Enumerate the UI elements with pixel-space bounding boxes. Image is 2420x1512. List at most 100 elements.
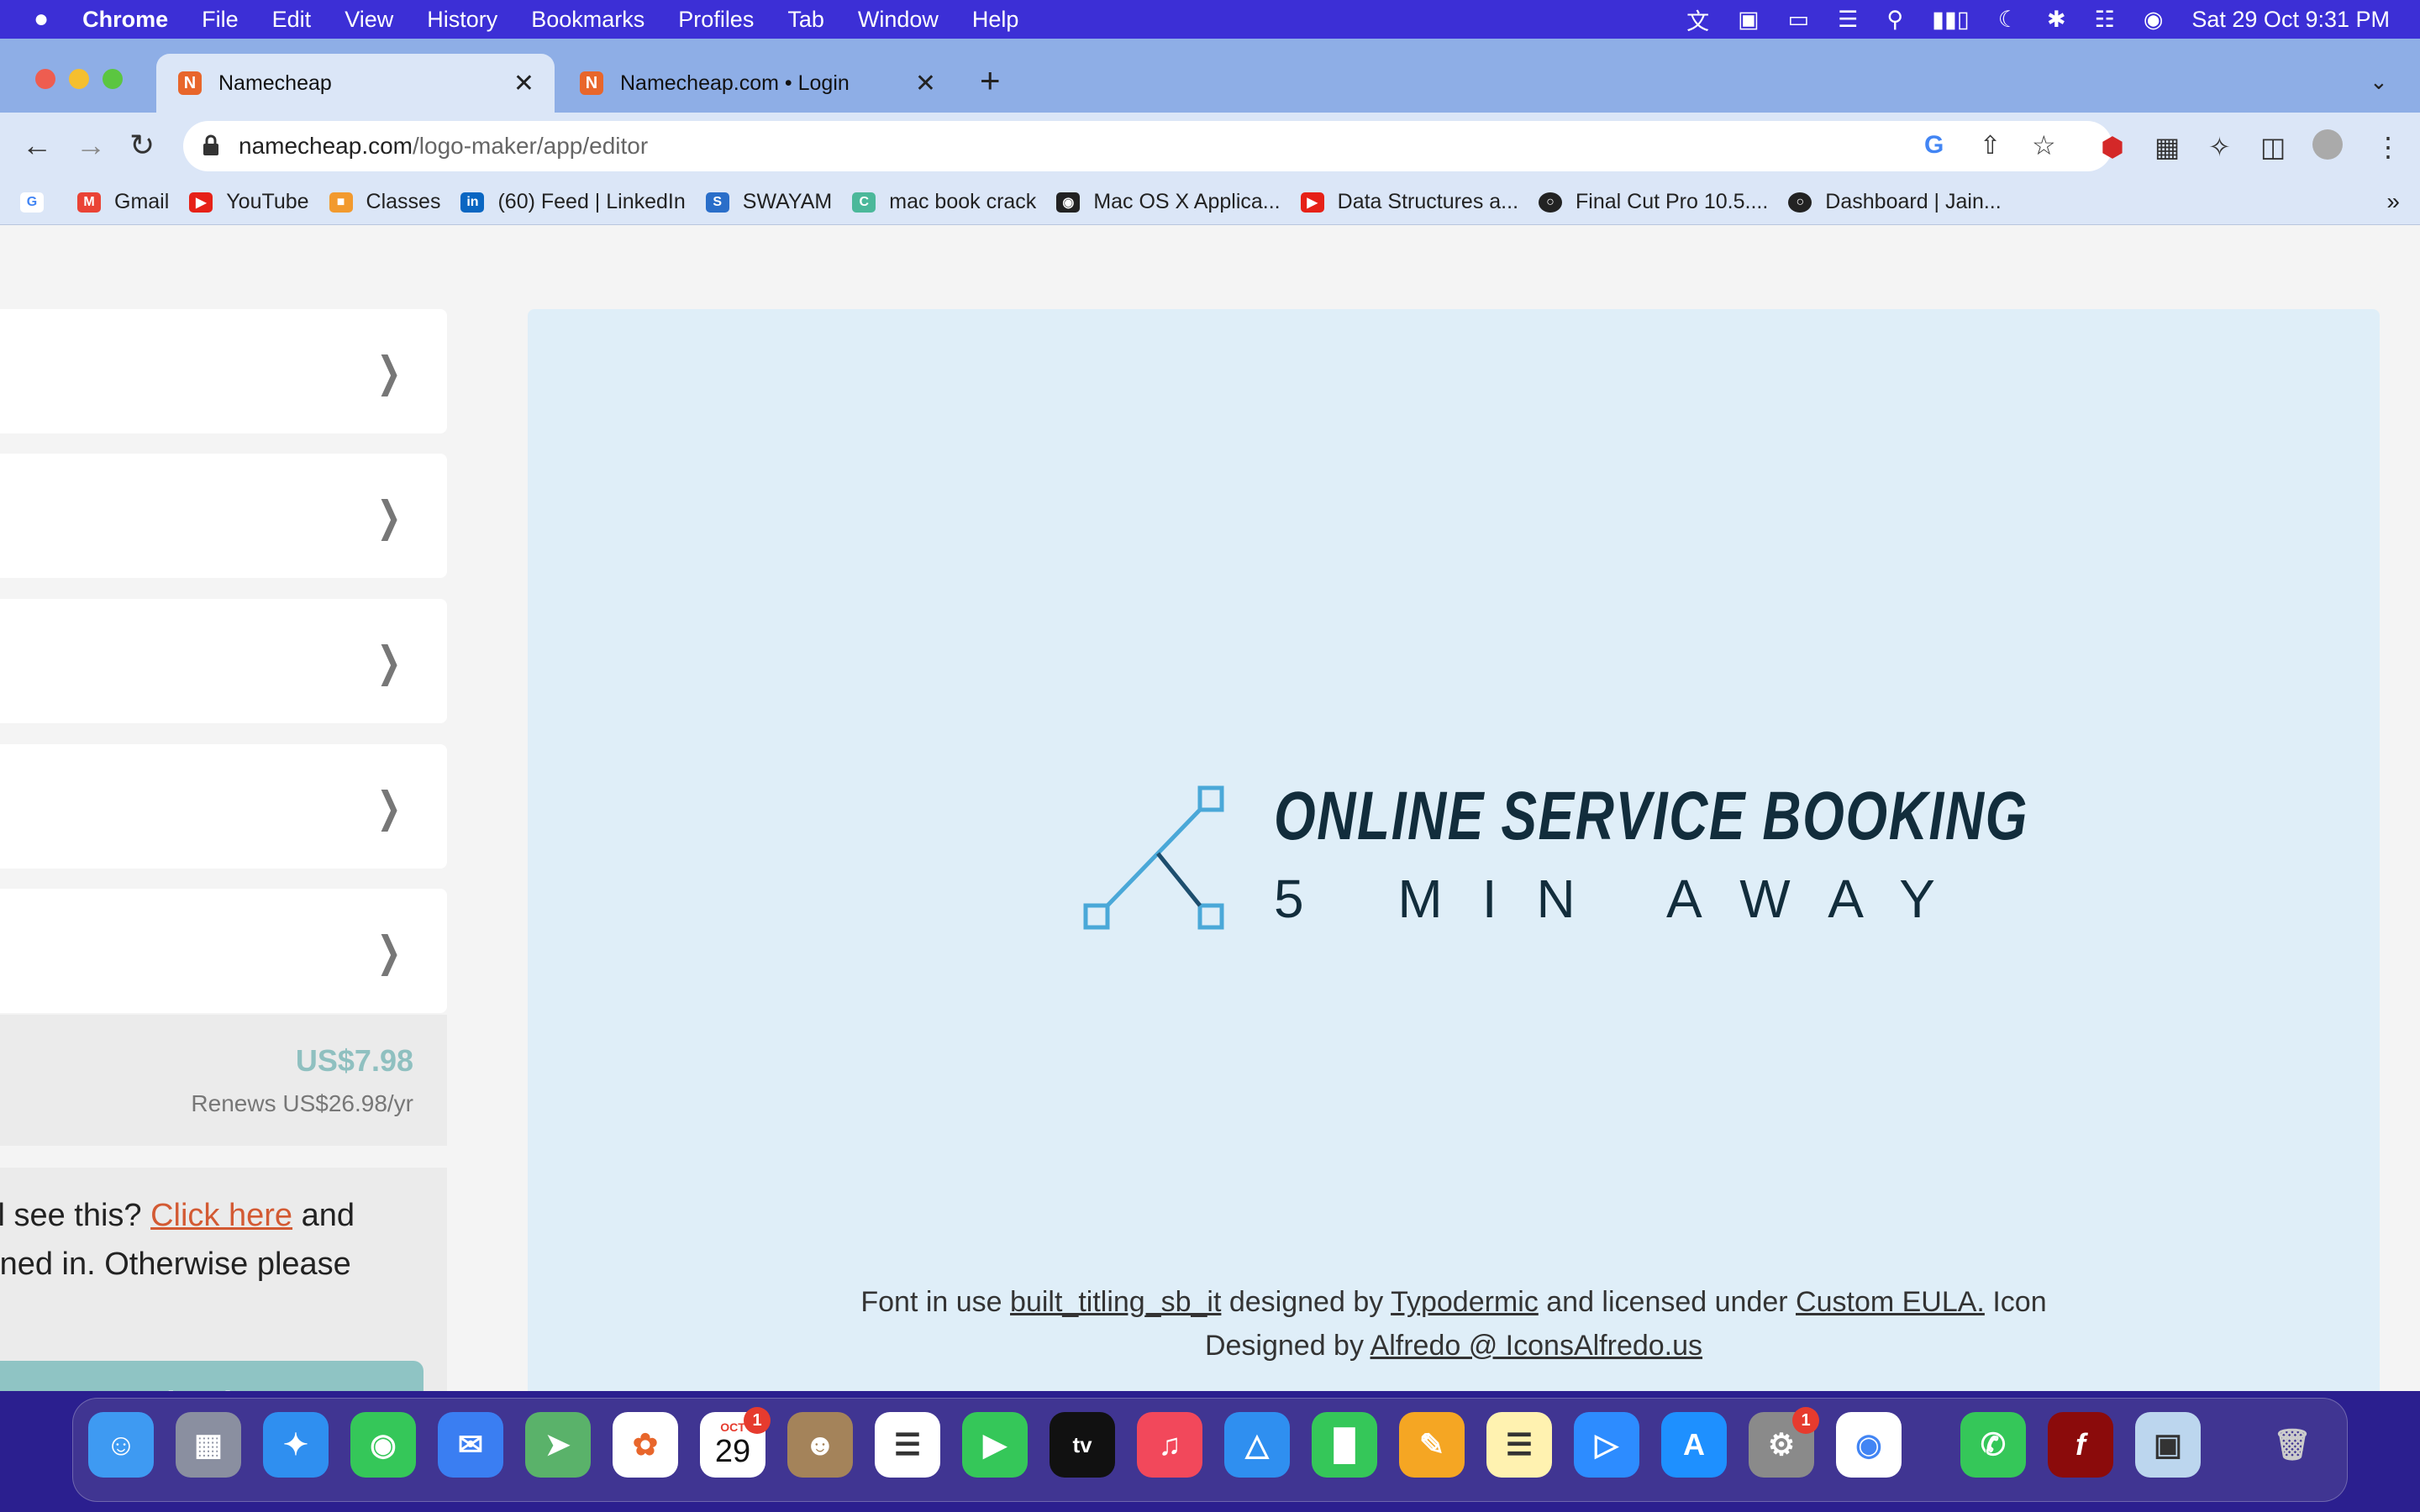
option-row[interactable]: ❯ — [0, 309, 447, 433]
apple-menu-icon[interactable]: ● — [34, 5, 49, 34]
license-link[interactable]: Custom EULA. — [1796, 1286, 1985, 1318]
reload-icon[interactable]: ↻ — [129, 128, 155, 163]
focus-moon-icon[interactable]: ☾ — [1998, 7, 2018, 33]
tab-namecheap-login[interactable]: N Namecheap.com • Login ✕ — [558, 54, 956, 113]
music-icon[interactable]: ♫ — [1137, 1412, 1202, 1478]
bookmark-dashboard[interactable]: ○ Dashboard | Jain... — [1788, 190, 2002, 214]
kebab-menu-icon[interactable]: ⋮ — [2375, 131, 2402, 163]
sign-in-to-download-button[interactable]: In to Download — [0, 1361, 424, 1391]
zoom-window-button[interactable] — [103, 69, 123, 89]
close-tab-icon[interactable]: ✕ — [513, 69, 534, 98]
preview-icon[interactable]: ▣ — [2135, 1412, 2201, 1478]
youtube-icon: ▶ — [1300, 192, 1324, 213]
bookmark-star-icon[interactable]: ☆ — [2032, 129, 2056, 161]
trash-icon[interactable]: 🗑 — [2260, 1412, 2325, 1478]
zoom-app-icon[interactable]: ▷ — [1574, 1412, 1639, 1478]
share-icon[interactable]: ⇧ — [1980, 131, 2001, 160]
click-here-link[interactable]: Click here — [150, 1198, 292, 1233]
bookmark-linkedin[interactable]: in (60) Feed | LinkedIn — [460, 190, 686, 214]
menu-file[interactable]: File — [202, 7, 239, 33]
spotlight-search-icon[interactable]: ⚲ — [1886, 7, 1903, 33]
selenium-extension-icon[interactable]: ▦ — [2154, 131, 2180, 163]
more-bookmarks-icon[interactable]: » — [2386, 188, 2400, 215]
notice-text: till see this? Click here andigned in. O… — [0, 1198, 355, 1282]
bookmark-mac-os-x[interactable]: ◉ Mac OS X Applica... — [1056, 190, 1281, 214]
whatsapp-icon[interactable]: ✆ — [1960, 1412, 2026, 1478]
menu-clock[interactable]: Sat 29 Oct 9:31 PM — [2191, 7, 2390, 33]
wifi-icon[interactable]: ☰ — [1838, 7, 1858, 33]
airplay-icon[interactable]: ▣ — [1738, 7, 1760, 33]
notes-icon[interactable]: ☰ — [1486, 1412, 1552, 1478]
bookmark-data-structures[interactable]: ▶ Data Structures a... — [1300, 190, 1518, 214]
lock-icon[interactable] — [202, 134, 220, 156]
close-window-button[interactable] — [35, 69, 55, 89]
bookmark-final-cut[interactable]: ○ Final Cut Pro 10.5.... — [1539, 190, 1768, 214]
chevron-right-icon: ❯ — [376, 493, 402, 540]
launchpad-icon[interactable]: ▦ — [176, 1412, 241, 1478]
menu-tab[interactable]: Tab — [787, 7, 824, 33]
mail-icon[interactable]: ✉ — [438, 1412, 503, 1478]
google-lens-icon[interactable]: G — [1924, 131, 1944, 160]
bookmark-youtube[interactable]: ▶ YouTube — [189, 190, 309, 214]
display-icon[interactable]: ▭ — [1788, 7, 1810, 33]
extensions-puzzle-icon[interactable]: ✧ — [2208, 131, 2231, 163]
minimize-window-button[interactable] — [69, 69, 89, 89]
bookmark-gmail[interactable]: M Gmail — [77, 190, 169, 214]
option-row[interactable]: ❯ — [0, 454, 447, 578]
keynote-icon[interactable]: △ — [1224, 1412, 1290, 1478]
siri-icon[interactable]: ◉ — [2144, 7, 2164, 33]
flash-player-icon[interactable]: f — [2048, 1412, 2113, 1478]
adblock-extension-icon[interactable]: ⬢ — [2101, 131, 2124, 163]
menu-bar: ● Chrome File Edit View History Bookmark… — [0, 0, 2420, 39]
back-icon[interactable]: ← — [22, 128, 52, 163]
option-row[interactable]: ❯ — [0, 744, 447, 869]
tab-namecheap[interactable]: N Namecheap ✕ — [156, 54, 555, 113]
app-store-icon[interactable]: A — [1661, 1412, 1727, 1478]
battery-icon[interactable]: ▮▮▯ — [1932, 7, 1970, 33]
designer-link[interactable]: Typodermic — [1391, 1286, 1539, 1318]
chrome-icon[interactable]: ◉ — [1836, 1412, 1902, 1478]
numbers-icon[interactable]: █ — [1312, 1412, 1377, 1478]
profile-avatar[interactable] — [2312, 129, 2343, 160]
system-settings-icon[interactable]: ⚙ 1 — [1749, 1407, 1819, 1478]
pages-icon[interactable]: ✎ — [1399, 1412, 1465, 1478]
bookmark-swayam[interactable]: S SWAYAM — [705, 190, 832, 214]
safari-icon[interactable]: ✦ — [263, 1412, 329, 1478]
close-tab-icon[interactable]: ✕ — [915, 69, 936, 98]
chevron-right-icon: ❯ — [376, 928, 402, 975]
translate-icon[interactable]: 文 — [1686, 3, 1709, 36]
icon-designer-link[interactable]: Alfredo @ IconsAlfredo.us — [1370, 1330, 1702, 1362]
bookmark-mac-book-crack[interactable]: Cmac book crack — [852, 190, 1036, 214]
bookmark-google[interactable]: G — [20, 192, 57, 213]
contacts-icon[interactable]: ☻ — [787, 1412, 853, 1478]
address-bar[interactable]: namecheap.com/logo-maker/app/editor G ⇧ … — [183, 121, 2112, 171]
namecheap-favicon-icon: N — [178, 71, 202, 95]
bookmark-classes[interactable]: ■ Classes — [329, 190, 440, 214]
facetime-icon[interactable]: ▶ — [962, 1412, 1028, 1478]
bluetooth-icon[interactable]: ✱ — [2047, 7, 2066, 33]
url-text[interactable]: namecheap.com/logo-maker/app/editor — [239, 133, 648, 160]
menu-window[interactable]: Window — [858, 7, 939, 33]
menu-view[interactable]: View — [345, 7, 393, 33]
menu-bookmarks[interactable]: Bookmarks — [531, 7, 644, 33]
menu-edit[interactable]: Edit — [272, 7, 312, 33]
font-name-link[interactable]: built_titling_sb_it — [1010, 1286, 1221, 1318]
tab-search-chevron-icon[interactable]: ⌄ — [2370, 69, 2388, 95]
menu-history[interactable]: History — [427, 7, 497, 33]
new-tab-icon[interactable]: + — [980, 60, 1001, 101]
side-panel-icon[interactable]: ◫ — [2260, 131, 2286, 163]
option-row[interactable]: ❯ — [0, 599, 447, 723]
reminders-icon[interactable]: ☰ — [875, 1412, 940, 1478]
photos-icon[interactable]: ✿ — [613, 1412, 678, 1478]
maps-icon[interactable]: ➤ — [525, 1412, 591, 1478]
forward-icon[interactable]: → — [76, 128, 106, 163]
control-center-icon[interactable]: ☷ — [2095, 7, 2115, 33]
messages-icon[interactable]: ◉ — [350, 1412, 416, 1478]
finder-icon[interactable]: ☺ — [88, 1412, 154, 1478]
option-row[interactable]: ❯ — [0, 889, 447, 1013]
apple-tv-icon[interactable]: tv — [1050, 1412, 1115, 1478]
menu-app-name[interactable]: Chrome — [82, 7, 168, 33]
menu-profiles[interactable]: Profiles — [678, 7, 754, 33]
menu-help[interactable]: Help — [972, 7, 1019, 33]
calendar-icon[interactable]: OCT 29 1 — [700, 1407, 771, 1478]
